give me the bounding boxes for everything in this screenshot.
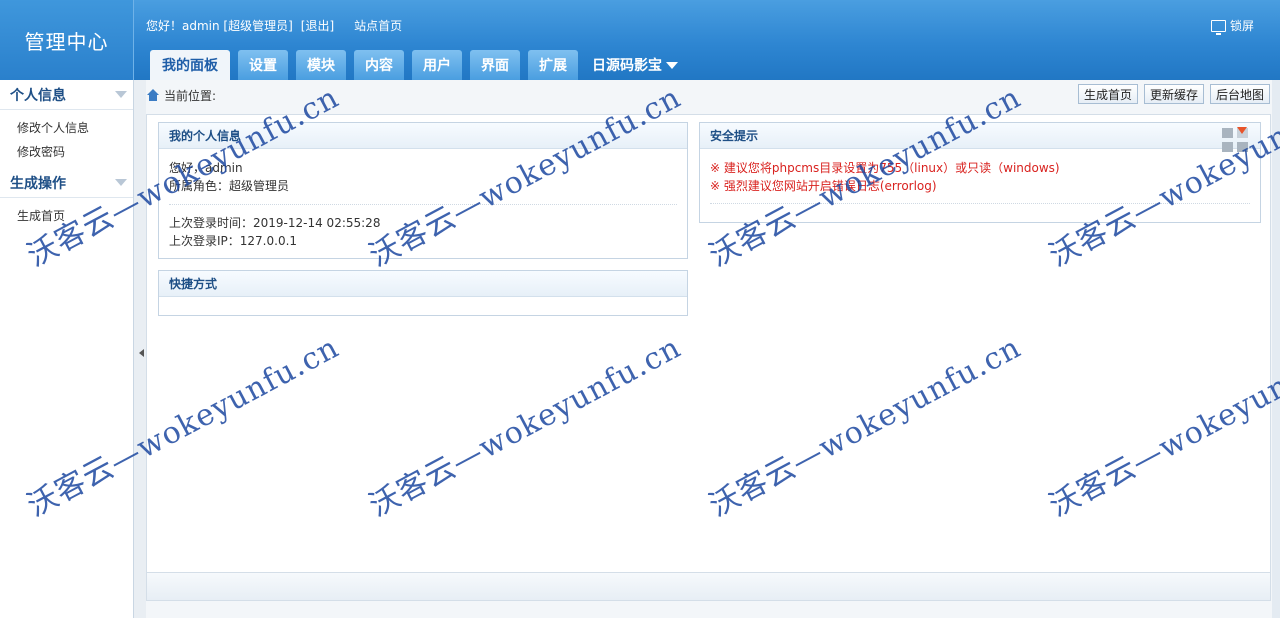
shortcuts-title: 快捷方式 bbox=[159, 271, 687, 297]
top-user-bar: 您好！admin [超级管理员] [退出] 站点首页 bbox=[146, 17, 402, 34]
lock-screen-button[interactable]: 锁屏 bbox=[1210, 17, 1254, 35]
security-tip: ※ 强烈建议您网站开启错误日志(errorlog) bbox=[710, 179, 937, 193]
tab-interface[interactable]: 界面 bbox=[470, 50, 520, 80]
logout-link[interactable]: [退出] bbox=[301, 17, 334, 34]
logo: 管理中心 bbox=[24, 29, 109, 54]
chevron-down-icon bbox=[115, 91, 127, 98]
security-tip: ※ 建议您将phpcms目录设置为755（linux）或只读（windows) bbox=[710, 161, 1060, 175]
lock-label: 锁屏 bbox=[1229, 19, 1254, 33]
main-content: 当前位置: 生成首页 更新缓存 后台地图 我的个人信息 您好，admin 所属角… bbox=[146, 80, 1280, 618]
breadcrumb: 当前位置: 生成首页 更新缓存 后台地图 bbox=[146, 84, 1276, 106]
site-map-button[interactable]: 后台地图 bbox=[1209, 84, 1270, 104]
role-text: 所属角色：超级管理员 bbox=[169, 179, 290, 193]
sidebar-item-change-password[interactable]: 修改密码 bbox=[0, 140, 133, 164]
sidebar-section-title: 个人信息 bbox=[10, 87, 66, 104]
panel-footer bbox=[147, 572, 1270, 600]
my-info-body: 您好，admin 所属角色：超级管理员 上次登录时间：2019-12-14 02… bbox=[159, 149, 687, 256]
logo-area: 管理中心 bbox=[0, 0, 134, 80]
home-icon[interactable] bbox=[146, 89, 160, 101]
security-title: 安全提示 bbox=[700, 123, 1260, 149]
divider bbox=[710, 203, 1250, 204]
sidebar-item-generate-home[interactable]: 生成首页 bbox=[0, 204, 133, 228]
my-info-title: 我的个人信息 bbox=[159, 123, 687, 149]
tab-users[interactable]: 用户 bbox=[412, 50, 462, 80]
sidebar-section-generate[interactable]: 生成操作 bbox=[0, 168, 133, 198]
tab-extend[interactable]: 扩展 bbox=[528, 50, 578, 80]
last-login-time: 上次登录时间：2019-12-14 02:55:28 bbox=[169, 216, 381, 230]
tab-my-panel[interactable]: 我的面板 bbox=[150, 50, 230, 80]
site-home-link[interactable]: 站点首页 bbox=[354, 17, 402, 34]
shortcuts-box: 快捷方式 bbox=[158, 270, 688, 316]
sidebar-section-title: 生成操作 bbox=[10, 175, 66, 192]
security-box: 安全提示 ※ 建议您将phpcms目录设置为755（linux）或只读（wind… bbox=[699, 122, 1261, 223]
arrow-down-icon bbox=[1237, 127, 1247, 134]
monitor-icon bbox=[1210, 19, 1226, 35]
chevron-down-icon bbox=[115, 179, 127, 186]
sidebar-section-personal[interactable]: 个人信息 bbox=[0, 80, 133, 110]
right-edge bbox=[1272, 80, 1280, 618]
quick-actions: 生成首页 更新缓存 后台地图 bbox=[1077, 84, 1270, 104]
dashboard-panel: 我的个人信息 您好，admin 所属角色：超级管理员 上次登录时间：2019-1… bbox=[146, 114, 1271, 601]
last-login-ip: 上次登录IP：127.0.0.1 bbox=[169, 234, 298, 248]
breadcrumb-label: 当前位置: bbox=[164, 88, 217, 103]
layout-grid-icon[interactable] bbox=[1222, 127, 1248, 152]
tab-content[interactable]: 内容 bbox=[354, 50, 404, 80]
collapse-sidebar-icon[interactable] bbox=[139, 349, 144, 357]
tab-settings[interactable]: 设置 bbox=[238, 50, 288, 80]
main-nav: 我的面板 设置 模块 内容 用户 界面 扩展 日源码影宝 bbox=[150, 50, 684, 80]
security-body: ※ 建议您将phpcms目录设置为755（linux）或只读（windows) … bbox=[700, 149, 1260, 219]
tab-more[interactable]: 日源码影宝 bbox=[586, 50, 684, 80]
update-cache-button[interactable]: 更新缓存 bbox=[1143, 84, 1204, 104]
header: 管理中心 您好！admin [超级管理员] [退出] 站点首页 锁屏 我的面板 … bbox=[0, 0, 1280, 80]
hello-text: 您好，admin bbox=[169, 161, 243, 175]
tab-modules[interactable]: 模块 bbox=[296, 50, 346, 80]
sidebar-item-edit-info[interactable]: 修改个人信息 bbox=[0, 116, 133, 140]
my-info-box: 我的个人信息 您好，admin 所属角色：超级管理员 上次登录时间：2019-1… bbox=[158, 122, 688, 259]
caret-down-icon bbox=[666, 61, 678, 69]
greeting: 您好！admin [超级管理员] bbox=[146, 19, 293, 33]
generate-home-button[interactable]: 生成首页 bbox=[1077, 84, 1138, 104]
tab-more-label: 日源码影宝 bbox=[592, 58, 662, 74]
divider bbox=[169, 204, 677, 205]
sidebar: 个人信息 修改个人信息 修改密码 生成操作 生成首页 bbox=[0, 80, 134, 618]
